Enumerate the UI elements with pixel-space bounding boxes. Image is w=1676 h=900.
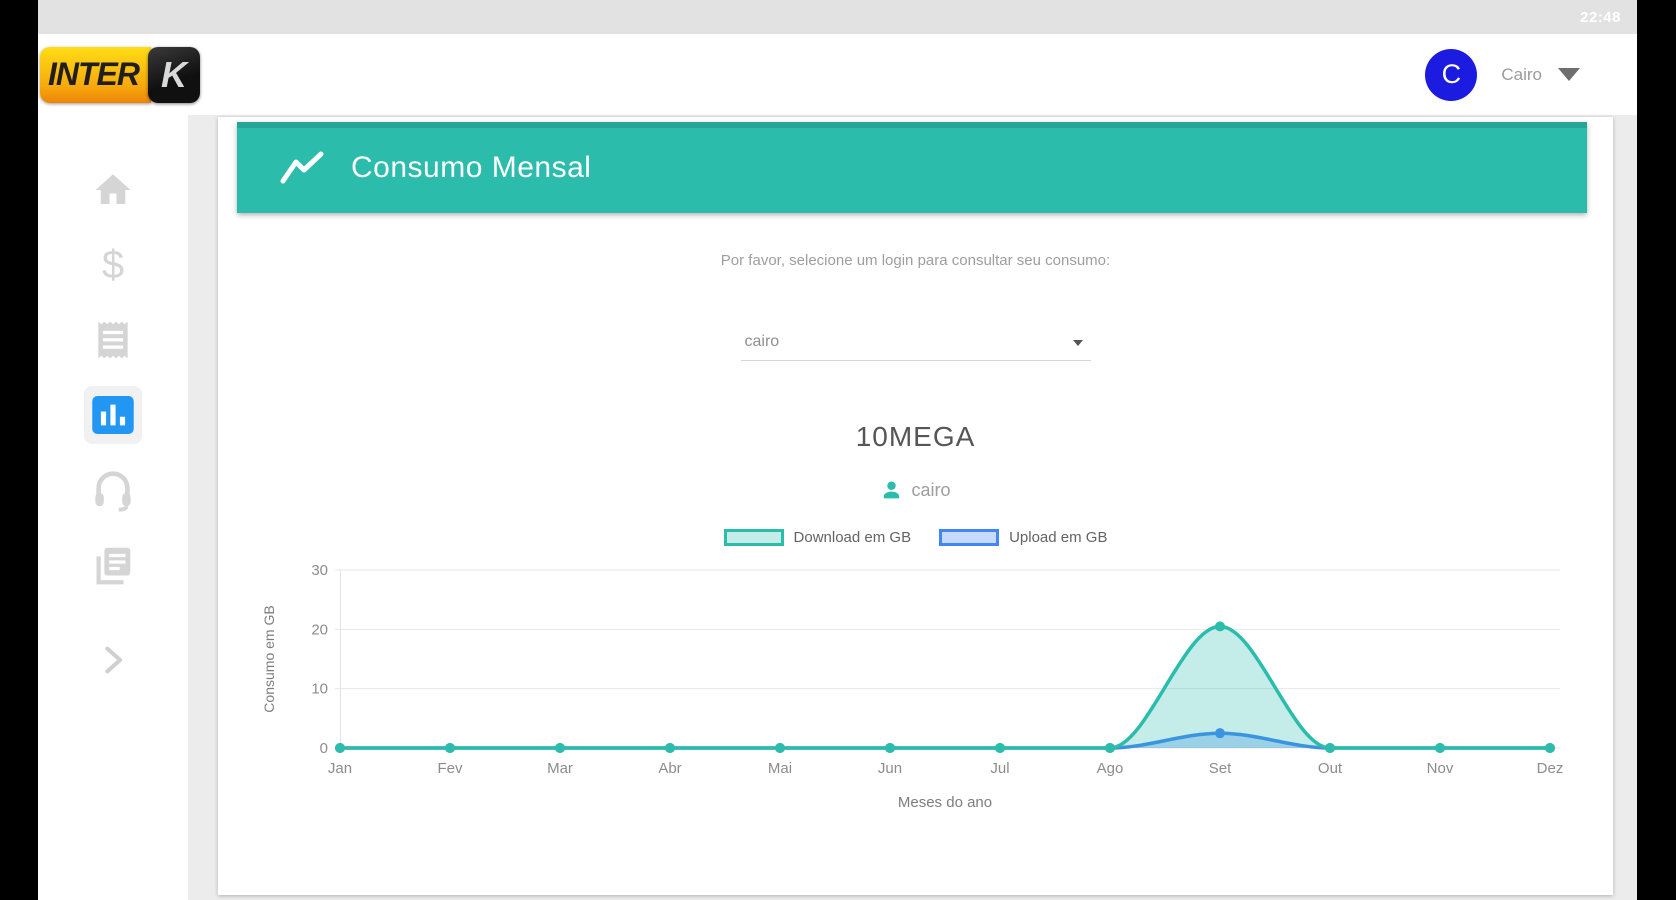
x-tick-label: Nov xyxy=(1427,760,1454,777)
x-tick-label: Abr xyxy=(658,760,681,777)
data-point[interactable] xyxy=(445,743,455,753)
trending-up-icon xyxy=(280,151,324,183)
documents-icon xyxy=(96,547,131,585)
sidebar-expand-button[interactable] xyxy=(84,631,142,689)
x-tick-label: Ago xyxy=(1097,760,1124,777)
data-point[interactable] xyxy=(995,743,1005,753)
x-tick-label: Dez xyxy=(1537,760,1564,777)
data-point[interactable] xyxy=(1545,743,1555,753)
body-row: Consumo Mensal Por favor, selecione um l… xyxy=(38,115,1637,900)
plan-title: 10MEGA xyxy=(855,421,976,452)
x-tick-label: Fev xyxy=(437,760,463,777)
x-tick-label: Mar xyxy=(547,760,573,777)
card-header: Consumo Mensal xyxy=(237,122,1587,213)
sidebar-item-home[interactable] xyxy=(84,161,142,219)
chevron-down-icon[interactable] xyxy=(1558,68,1580,81)
headset-icon xyxy=(95,471,131,512)
bar-chart-icon xyxy=(92,396,134,434)
sidebar-item-consumption[interactable] xyxy=(84,386,142,444)
user-name: Cairo xyxy=(1501,64,1542,84)
login-select-value: cairo xyxy=(744,333,780,350)
series-line-1 xyxy=(338,731,1552,750)
data-point[interactable] xyxy=(665,743,675,753)
logo-inter-text: INTER xyxy=(40,46,151,103)
home-icon xyxy=(95,174,131,204)
data-point[interactable] xyxy=(1105,743,1115,753)
consumption-chart[interactable]: 0 10 20 30 Jan Fev Mar Abr Mai Jun Jul Ago Set Out Nov… xyxy=(258,557,1588,827)
selected-login-name: cairo xyxy=(911,480,951,500)
series-area-1 xyxy=(340,733,1550,748)
data-point[interactable] xyxy=(1435,743,1445,753)
data-point[interactable] xyxy=(1325,743,1335,753)
dollar-icon: $ xyxy=(101,242,125,287)
y-tick-label: 0 xyxy=(320,740,328,757)
legend-swatch-upload xyxy=(939,529,1000,546)
instruction-text: Por favor, selecione um login para consu… xyxy=(720,252,1111,269)
selected-login-row: cairo xyxy=(218,479,1613,502)
data-point[interactable] xyxy=(885,743,895,753)
chart-canvas[interactable]: 0 10 20 30 Jan Fev Mar Abr Mai Jun Jul Ago Set Out Nov… xyxy=(258,557,1588,827)
page-title: Consumo Mensal xyxy=(351,150,592,184)
consumption-card: Consumo Mensal Por favor, selecione um l… xyxy=(218,117,1613,895)
data-point[interactable] xyxy=(775,743,785,753)
series-area-0 xyxy=(340,626,1550,748)
select-caret-icon xyxy=(1072,340,1083,346)
sidebar-item-financial[interactable]: $ xyxy=(84,236,142,294)
y-axis-title: Consumo em GB xyxy=(261,605,277,712)
y-tick-label: 30 xyxy=(311,562,328,579)
app-bar: INTER K C Cairo xyxy=(38,34,1637,115)
sidebar-item-support[interactable] xyxy=(84,461,142,519)
receipt-icon xyxy=(98,321,128,359)
x-axis-title: Meses do ano xyxy=(898,794,992,811)
data-point[interactable] xyxy=(335,743,345,753)
x-tick-label: Out xyxy=(1318,760,1343,777)
x-tick-label: Jan xyxy=(328,760,352,777)
sidebar-item-invoices[interactable] xyxy=(84,311,142,369)
brand-logo: INTER K xyxy=(40,46,200,103)
legend-item-download[interactable]: Download em GB xyxy=(723,529,912,546)
content-background: Consumo Mensal Por favor, selecione um l… xyxy=(188,115,1637,900)
legend-swatch-download xyxy=(723,529,784,546)
user-menu[interactable]: C Cairo xyxy=(1425,48,1637,101)
chevron-right-icon xyxy=(105,646,123,674)
data-point[interactable] xyxy=(555,743,565,753)
status-time: 22:48 xyxy=(1580,8,1621,26)
y-tick-label: 10 xyxy=(311,681,328,698)
legend-item-upload[interactable]: Upload em GB xyxy=(939,529,1107,546)
status-bar: 22:48 xyxy=(38,0,1637,34)
logo-k-badge: K xyxy=(148,46,200,103)
x-tick-label: Mai xyxy=(768,760,792,777)
sidebar-nav: $ xyxy=(38,115,188,900)
legend-label-download: Download em GB xyxy=(793,529,912,546)
series-line-0 xyxy=(338,624,1552,750)
y-tick-label: 20 xyxy=(311,621,328,638)
x-tick-label: Jun xyxy=(878,760,902,777)
chart-legend: Download em GB Upload em GB xyxy=(218,529,1613,546)
x-tick-label: Set xyxy=(1209,760,1232,777)
x-tick-label: Jul xyxy=(990,760,1009,777)
person-icon xyxy=(884,481,900,499)
avatar[interactable]: C xyxy=(1425,48,1478,101)
sidebar-item-documents[interactable] xyxy=(84,536,142,594)
data-point[interactable] xyxy=(1215,621,1225,632)
login-select[interactable]: cairo xyxy=(740,315,1091,361)
legend-label-upload: Upload em GB xyxy=(1009,529,1108,546)
app-screen: 22:48 INTER K C Cairo Consumo Mensal Por… xyxy=(38,0,1637,900)
